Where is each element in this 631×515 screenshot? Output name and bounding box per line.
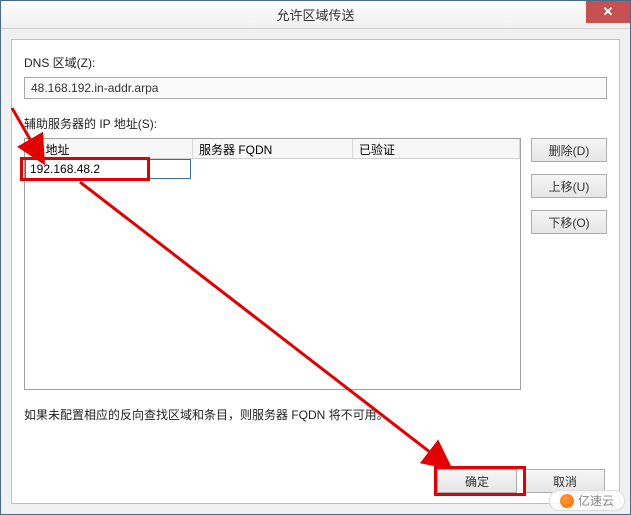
note-text: 如果未配置相应的反向查找区域和条目，则服务器 FQDN 将不可用。 (24, 406, 607, 423)
ip-edit-cell (25, 159, 191, 179)
ok-button[interactable]: 确定 (437, 469, 517, 493)
delete-button[interactable]: 删除(D) (531, 138, 607, 162)
ip-list-container: IP 地址 服务器 FQDN 已验证 (24, 138, 521, 390)
watermark-text: 亿速云 (578, 492, 614, 509)
window-title: 允许区域传送 (276, 5, 354, 24)
aux-servers-label: 辅助服务器的 IP 地址(S): (24, 115, 607, 132)
titlebar: 允许区域传送 ✕ (1, 1, 630, 29)
col-header-ip[interactable]: IP 地址 (25, 139, 193, 158)
dns-zone-label: DNS 区域(Z): (24, 54, 607, 71)
dialog-content: DNS 区域(Z): 辅助服务器的 IP 地址(S): IP 地址 服务器 FQ… (11, 39, 620, 504)
aux-servers-area: IP 地址 服务器 FQDN 已验证 删除(D) 上移(U) 下移(O) (24, 138, 607, 390)
close-icon: ✕ (603, 4, 614, 20)
dns-zone-field[interactable] (24, 77, 607, 99)
list-header: IP 地址 服务器 FQDN 已验证 (25, 139, 520, 159)
col-header-fqdn[interactable]: 服务器 FQDN (193, 139, 353, 158)
side-buttons: 删除(D) 上移(U) 下移(O) (531, 138, 607, 390)
ip-list[interactable]: IP 地址 服务器 FQDN 已验证 (24, 138, 521, 390)
watermark-icon (560, 494, 574, 508)
close-button[interactable]: ✕ (586, 1, 630, 23)
dialog-window: 允许区域传送 ✕ DNS 区域(Z): 辅助服务器的 IP 地址(S): IP … (0, 0, 631, 515)
watermark: 亿速云 (549, 490, 625, 511)
ip-input[interactable] (26, 160, 190, 178)
col-header-verified[interactable]: 已验证 (353, 139, 520, 158)
move-up-button[interactable]: 上移(U) (531, 174, 607, 198)
move-down-button[interactable]: 下移(O) (531, 210, 607, 234)
